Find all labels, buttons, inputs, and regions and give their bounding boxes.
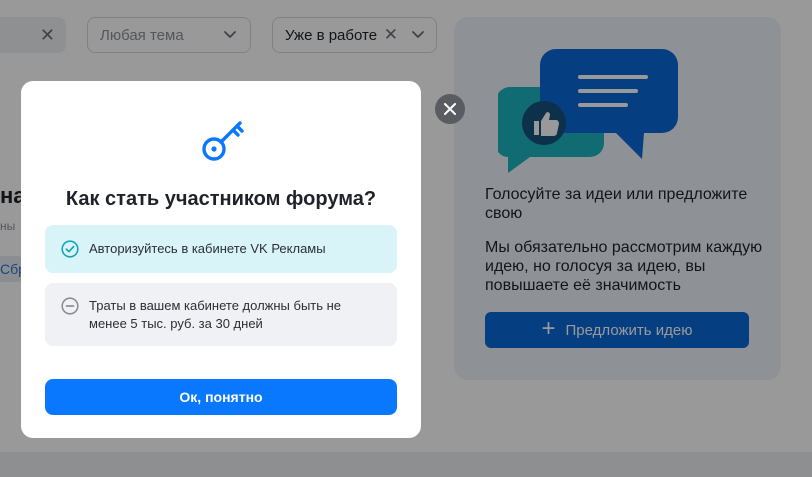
minus-circle-icon xyxy=(61,297,79,315)
forum-membership-modal: Как стать участником форума? Авторизуйте… xyxy=(21,81,421,438)
key-icon xyxy=(202,121,244,161)
close-icon xyxy=(444,103,456,115)
ok-button[interactable]: Ок, понятно xyxy=(45,379,397,415)
requirement-item: Авторизуйтесь в кабинете VK Рекламы xyxy=(45,225,397,273)
modal-title: Как стать участником форума? xyxy=(65,188,377,210)
check-circle-icon xyxy=(61,240,79,258)
close-button[interactable] xyxy=(435,94,465,124)
requirement-text: Авторизуйтесь в кабинете VK Рекламы xyxy=(89,241,326,256)
requirement-item: Траты в вашем кабинете должны быть не ме… xyxy=(45,283,397,346)
requirement-text: Траты в вашем кабинете должны быть не ме… xyxy=(89,298,342,331)
